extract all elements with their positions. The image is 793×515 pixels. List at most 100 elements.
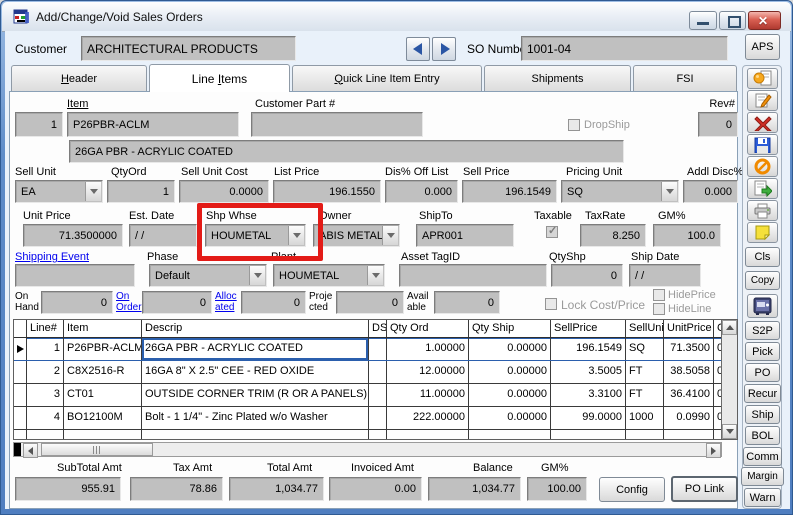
projected-field[interactable]: 0 [336,291,404,314]
grid-cell[interactable]: 0.00000 [469,338,551,360]
grid-cell[interactable]: Bolt - 1 1/4" - Zinc Plated w/o Washer [142,407,369,429]
est-date-field[interactable]: / / [129,224,197,247]
tab-header[interactable]: Header [11,65,147,91]
chevron-down-icon[interactable] [288,226,304,245]
customer-part-field[interactable] [251,112,423,137]
grid-cell[interactable]: 1 [27,338,64,360]
grid-cell[interactable]: C8X2516-R [64,361,142,383]
list-price-field[interactable]: 196.1550 [273,180,381,203]
shipping-event-field[interactable] [15,264,135,287]
shipping-event-link[interactable]: Shipping Event [15,251,89,263]
maximize-button[interactable] [719,11,746,30]
tax-amt-field[interactable]: 78.86 [130,477,223,501]
grid-cell[interactable]: 16GA 8" X 2.5" CEE - RED OXIDE [142,361,369,383]
grid-cell[interactable]: SQ [626,338,664,360]
grid-cell[interactable]: 1.00000 [387,338,469,360]
grid-cell[interactable]: 00 [714,338,721,360]
grid-cell[interactable]: 222.00000 [387,407,469,429]
grid-cell[interactable]: 4 [27,407,64,429]
grid-cell[interactable]: FT [626,361,664,383]
grid-cell[interactable]: 99.0000 [551,407,626,429]
scroll-up-button[interactable] [722,320,737,335]
sell-unit-cost-field[interactable]: 0.0000 [179,180,269,203]
documents-button[interactable] [747,68,778,89]
safe-button[interactable] [747,294,778,318]
warn-button[interactable]: Warn [744,488,781,507]
delete-button[interactable] [747,112,778,133]
aps-button[interactable]: APS [745,34,780,60]
grid-cell[interactable]: 2 [27,361,64,383]
scroll-left-button[interactable] [23,443,38,458]
subtotal-field[interactable]: 955.91 [15,477,121,501]
grid-cell[interactable] [369,361,387,383]
grid-col-header[interactable]: Descrip [142,320,369,337]
row-selector[interactable] [14,361,27,383]
on-hand-field[interactable]: 0 [41,291,113,314]
qty-ord-field[interactable]: 1 [107,180,175,203]
chevron-down-icon[interactable] [661,182,677,201]
grid-vertical-scrollbar[interactable] [721,320,737,439]
chevron-down-icon[interactable] [367,266,383,285]
grid-col-header[interactable]: SellUnit [626,320,664,337]
scroll-right-button[interactable] [706,443,721,458]
grid-cell[interactable]: 0.00000 [469,384,551,406]
allocated-link[interactable]: Allocated [215,291,237,313]
grid-cell[interactable]: 00 [714,407,721,429]
item-description-field[interactable]: 26GA PBR - ACRYLIC COATED [69,140,624,163]
scrollbar-thumb[interactable] [41,443,153,456]
print-button[interactable] [747,200,778,221]
customer-field[interactable]: ARCHITECTURAL PRODUCTS [81,36,296,61]
grid-cell[interactable]: 0.0990 [664,407,714,429]
next-record-button[interactable] [432,37,456,61]
item-field[interactable]: P26PBR-ACLM [67,112,239,137]
so-number-field[interactable]: 1001-04 [521,36,728,61]
grid-cell[interactable]: FT [626,384,664,406]
close-button[interactable]: ✕ [748,11,781,30]
config-button[interactable]: Config [599,477,665,502]
ship-button[interactable]: Ship [745,405,780,424]
rev-field[interactable]: 0 [698,112,738,137]
bol-button[interactable]: BOL [745,426,780,445]
table-row[interactable]: 3CT01OUTSIDE CORNER TRIM (R OR A PANELS)… [14,384,721,407]
grid-col-header[interactable]: UnitPrice [664,320,714,337]
grid-cell[interactable]: 3.3100 [551,384,626,406]
grid-col-header[interactable]: Item [64,320,142,337]
ship-to-field[interactable]: APR001 [416,224,514,247]
grid-cell[interactable]: P26PBR-ACLM [64,338,142,360]
owner-dropdown[interactable]: ABIS METAL S [313,224,400,247]
grid-cell[interactable]: 26GA PBR - ACRYLIC COATED [142,338,369,360]
grid-col-header[interactable]: SellPrice [551,320,626,337]
grid-cell[interactable]: 0.00000 [469,361,551,383]
comm-button[interactable]: Comm [743,447,782,466]
grid-col-header[interactable]: Cos [714,320,721,337]
tax-rate-field[interactable]: 8.250 [580,224,646,247]
row-selector-arrow-icon[interactable] [14,338,27,360]
grid-cell[interactable]: 0.00000 [469,407,551,429]
ship-date-field[interactable]: / / [629,264,701,287]
export-button[interactable] [747,178,778,199]
scroll-down-button[interactable] [722,424,737,439]
note-button[interactable] [747,222,778,243]
grid-cell[interactable]: CT01 [64,384,142,406]
s2p-button[interactable]: S2P [745,321,780,340]
grid-cell[interactable]: 3 [27,384,64,406]
allocated-field[interactable]: 0 [241,291,306,314]
grid-col-header[interactable]: DS [369,320,387,337]
chevron-down-icon[interactable] [382,226,398,245]
copy-button[interactable]: Copy [745,271,780,290]
invoiced-amt-field[interactable]: 0.00 [329,477,422,501]
grid-cell[interactable]: 196.1549 [551,338,626,360]
gm-total-field[interactable]: 100.00 [527,477,587,501]
available-field[interactable]: 0 [434,291,500,314]
po-link-button[interactable]: PO Link [671,476,738,502]
line-number-field[interactable]: 1 [15,112,63,137]
shp-whse-dropdown[interactable]: HOUMETAL [205,224,306,247]
tab-shipments[interactable]: Shipments [484,65,631,91]
grid-cell[interactable]: 00 [714,361,721,383]
qty-shp-field[interactable]: 0 [551,264,623,287]
balance-field[interactable]: 1,034.77 [428,477,521,501]
grid-col-header[interactable]: Qty Ord [387,320,469,337]
grid-cell[interactable]: 3.5005 [551,361,626,383]
pick-button[interactable]: Pick [745,342,780,361]
item-label[interactable]: Item [67,98,88,110]
